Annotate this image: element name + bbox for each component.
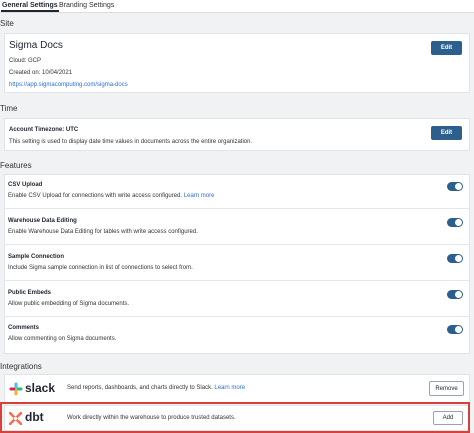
tab-general-settings[interactable]: General Settings xyxy=(1,2,59,12)
feature-description: Allow public embedding of Sigma document… xyxy=(8,301,130,307)
settings-tabs: General Settings Branding Settings xyxy=(0,0,474,13)
timezone-description: This setting is used to display date tim… xyxy=(9,139,253,145)
learn-more-link[interactable]: Learn more xyxy=(184,193,215,199)
site-name: Sigma Docs xyxy=(9,40,63,51)
feature-title: Comments xyxy=(8,325,40,331)
feature-title: CSV Upload xyxy=(8,182,43,188)
remove-slack-button[interactable]: Remove xyxy=(429,381,464,396)
section-title-time: Time xyxy=(0,104,18,113)
comments-toggle[interactable] xyxy=(447,325,463,334)
feature-comments: Comments Allow commenting on Sigma docum… xyxy=(4,325,470,347)
feature-description: Include Sigma sample connection in list … xyxy=(8,265,193,271)
divider xyxy=(4,316,470,317)
feature-public-embeds: Public Embeds Allow public embedding of … xyxy=(4,290,470,312)
csv-upload-toggle[interactable] xyxy=(447,182,463,191)
integration-row-slack: slack Send reports, dashboards, and char… xyxy=(4,374,470,403)
section-title-site: Site xyxy=(0,19,14,28)
warehouse-data-editing-toggle[interactable] xyxy=(447,218,463,227)
divider xyxy=(4,280,470,281)
sample-connection-toggle[interactable] xyxy=(447,254,463,263)
site-cloud: Cloud: GCP xyxy=(9,58,42,64)
section-title-integrations: Integrations xyxy=(0,362,42,371)
feature-title: Sample Connection xyxy=(8,254,65,260)
divider xyxy=(4,244,470,245)
feature-description: Enable CSV Upload for connections with w… xyxy=(8,193,215,199)
time-edit-button[interactable]: Edit xyxy=(431,126,462,140)
integration-description: Send reports, dashboards, and charts dir… xyxy=(67,385,246,391)
tab-branding-settings[interactable]: Branding Settings xyxy=(59,2,114,9)
learn-more-link[interactable]: Learn more xyxy=(214,385,245,391)
feature-sample-connection: Sample Connection Include Sigma sample c… xyxy=(4,254,470,276)
slack-icon xyxy=(9,382,23,396)
site-card: Sigma Docs Cloud: GCP Created on: 10/04/… xyxy=(4,33,470,93)
feature-description: Allow commenting on Sigma documents. xyxy=(8,336,117,342)
timezone-label: Account Timezone: UTC xyxy=(9,127,79,133)
site-edit-button[interactable]: Edit xyxy=(431,41,462,55)
divider xyxy=(4,208,470,209)
time-card: Account Timezone: UTC This setting is us… xyxy=(4,118,470,151)
slack-wordmark: slack xyxy=(25,381,56,395)
site-url-link[interactable]: https://app.sigmacomputing.com/sigma-doc… xyxy=(9,82,128,88)
site-created: Created on: 10/04/2021 xyxy=(9,70,73,76)
feature-warehouse-data-editing: Warehouse Data Editing Enable Warehouse … xyxy=(4,218,470,240)
feature-csv-upload: CSV Upload Enable CSV Upload for connect… xyxy=(4,182,470,204)
feature-description: Enable Warehouse Data Editing for tables… xyxy=(8,229,198,235)
public-embeds-toggle[interactable] xyxy=(447,290,463,299)
dbt-highlight-box xyxy=(0,402,470,433)
feature-title: Warehouse Data Editing xyxy=(8,218,77,224)
feature-title: Public Embeds xyxy=(8,290,52,296)
section-title-features: Features xyxy=(0,161,32,170)
